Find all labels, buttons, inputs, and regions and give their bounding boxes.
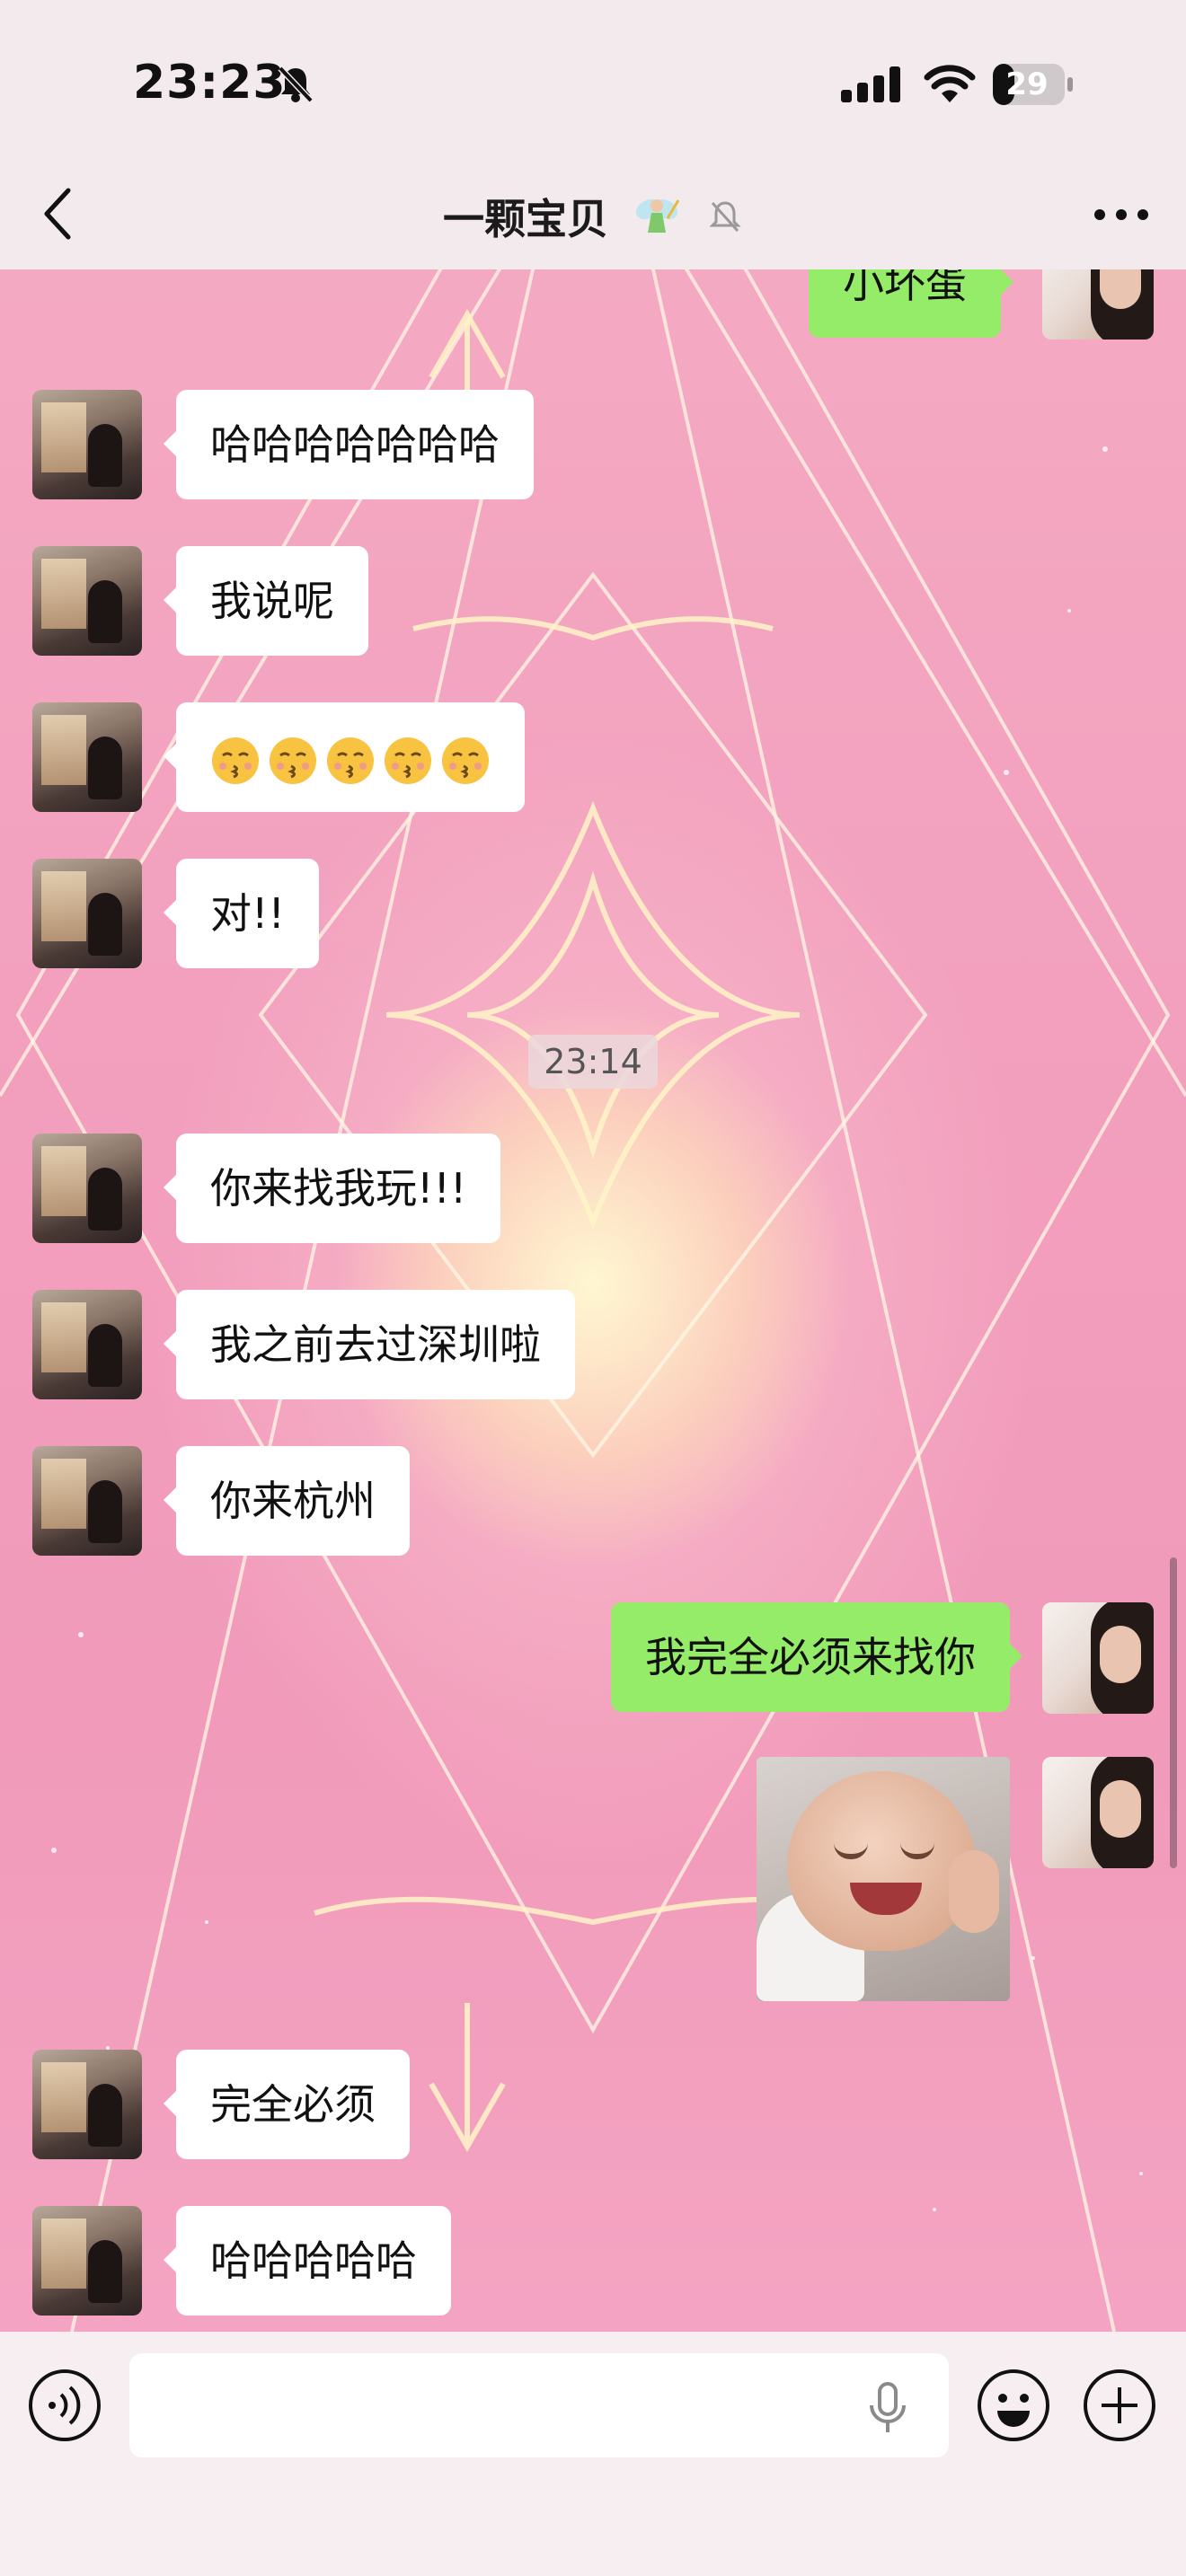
received-bubble[interactable]: 哈哈哈哈哈哈哈 — [164, 390, 534, 499]
received-bubble[interactable]: 我说呢 — [164, 546, 368, 656]
message-input[interactable] — [129, 2353, 949, 2457]
kissing-face-icon — [385, 737, 431, 784]
kissing-face-icon — [327, 737, 374, 784]
avatar[interactable] — [32, 546, 142, 656]
avatar[interactable] — [32, 1134, 142, 1243]
laughing-baby-sticker[interactable] — [757, 1757, 1010, 2001]
bell-off-icon — [278, 66, 314, 103]
avatar[interactable] — [32, 2050, 142, 2159]
sent-bubble[interactable]: 我完全必须来找你 — [611, 1602, 1022, 1712]
status-bar: 23:23 29 — [0, 0, 1186, 162]
kissing-face-icon — [442, 737, 489, 784]
avatar[interactable] — [1042, 1757, 1154, 1868]
scrollbar[interactable] — [1170, 1557, 1177, 1868]
more-icon[interactable] — [1093, 201, 1150, 228]
received-bubble-emoji[interactable] — [164, 702, 525, 812]
emoji-icon[interactable] — [976, 2368, 1051, 2443]
voice-icon[interactable] — [27, 2368, 102, 2443]
wifi-icon — [924, 65, 976, 102]
mic-icon[interactable] — [864, 2382, 911, 2436]
input-bar — [0, 2332, 1186, 2576]
chat-header: 一颗宝贝 — [0, 162, 1186, 269]
avatar[interactable] — [1042, 269, 1154, 340]
sent-bubble[interactable]: 小坏蛋 — [809, 269, 1013, 338]
avatar[interactable] — [32, 702, 142, 812]
avatar[interactable] — [32, 859, 142, 968]
signal-icon — [841, 66, 900, 102]
received-bubble[interactable]: 你来杭州 — [164, 1446, 410, 1556]
avatar[interactable] — [32, 1290, 142, 1399]
battery-level: 29 — [1005, 66, 1049, 102]
received-bubble[interactable]: 完全必须 — [164, 2050, 410, 2159]
received-bubble[interactable]: 对!! — [164, 859, 319, 968]
received-bubble[interactable]: 你来找我玩!!! — [163, 1134, 501, 1243]
chat-title-container: 一颗宝贝 — [0, 187, 1186, 246]
kissing-face-icon — [270, 737, 316, 784]
chat-title: 一颗宝贝 — [442, 195, 608, 243]
chat-area[interactable]: 小坏蛋 哈哈哈哈哈哈哈 我说呢 对!! 23:14 你来找我玩!!! 我之前去过… — [0, 269, 1186, 2332]
battery-icon: 29 — [992, 63, 1075, 106]
mute-icon — [709, 201, 741, 233]
message-timestamp: 23:14 — [528, 1035, 658, 1089]
kissing-face-icon — [212, 737, 259, 784]
received-bubble[interactable]: 我之前去过深圳啦 — [164, 1290, 575, 1399]
avatar[interactable] — [32, 2206, 142, 2316]
status-time: 23:23 — [133, 56, 287, 110]
received-bubble[interactable]: 哈哈哈哈哈 — [164, 2206, 451, 2316]
avatar[interactable] — [32, 1446, 142, 1556]
fairy-icon — [635, 198, 680, 233]
avatar[interactable] — [1042, 1602, 1154, 1714]
plus-icon[interactable] — [1082, 2368, 1157, 2443]
avatar[interactable] — [32, 390, 142, 499]
